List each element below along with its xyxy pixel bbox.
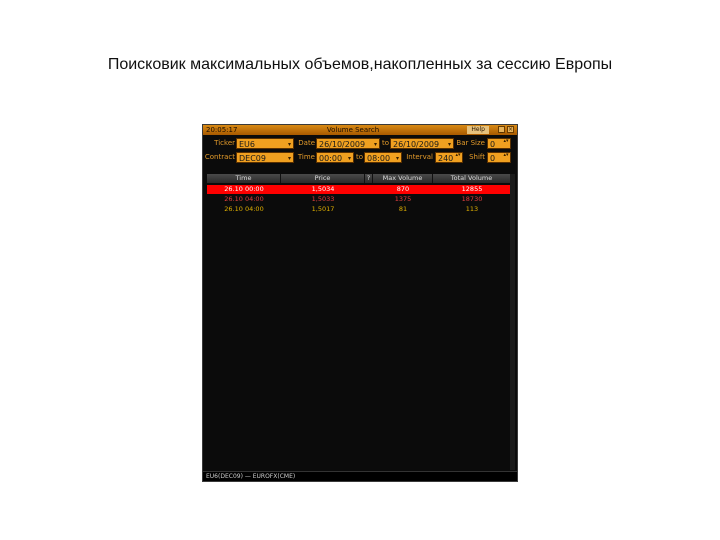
- column-header-max-volume[interactable]: Max Volume: [373, 174, 433, 183]
- cell-time: 26.10 04:00: [224, 195, 264, 203]
- time-from-value: 00:00: [319, 154, 343, 163]
- title-bar[interactable]: 20:05:17 Volume Search Help _ ×: [203, 125, 517, 135]
- column-header-price[interactable]: Price: [281, 174, 365, 183]
- column-header-total-volume[interactable]: Total Volume: [433, 174, 511, 183]
- to-label: to: [381, 139, 389, 147]
- date-label: Date: [298, 139, 315, 147]
- table-row[interactable]: 26.10 00:00 1,5034 870 12855: [207, 185, 515, 194]
- time-to-dropdown[interactable]: 08:00 ▾: [364, 152, 402, 163]
- cell-total-volume: 113: [465, 205, 479, 213]
- cell-max-volume: 870: [396, 185, 410, 193]
- date-to-value: 26/10/2009: [393, 140, 440, 149]
- ticker-dropdown[interactable]: EU6 ▾: [236, 138, 294, 149]
- bar-size-stepper[interactable]: 0 ▴▾: [487, 138, 511, 149]
- status-bar: EU6(DEC09) — EUROFX(CME): [203, 471, 517, 481]
- cell-time: 26.10 00:00: [224, 185, 264, 193]
- chevron-down-icon: ▾: [347, 155, 351, 162]
- cell-total-volume: 12855: [461, 185, 483, 193]
- contract-dropdown[interactable]: DEC09 ▾: [236, 152, 294, 163]
- ticker-label: Ticker: [214, 139, 235, 147]
- cell-price: 1,5034: [311, 185, 335, 193]
- chevron-down-icon: ▾: [287, 155, 291, 162]
- column-header-time[interactable]: Time: [207, 174, 281, 183]
- cell-price: 1,5033: [311, 195, 335, 203]
- cell-max-volume: 81: [398, 205, 408, 213]
- interval-stepper[interactable]: 240 ▴▾: [435, 152, 463, 163]
- cell-total-volume: 18730: [461, 195, 483, 203]
- ticker-value: EU6: [239, 140, 255, 149]
- controls-row-2: Contract DEC09 ▾ Time 00:00 ▾ to 08:00 ▾…: [203, 151, 517, 164]
- table-header: Time Price ? Max Volume Total Volume: [207, 174, 515, 183]
- controls-row-1: Ticker EU6 ▾ Date 26/10/2009 ▾ to 26/10/…: [203, 137, 517, 150]
- time-to-value: 08:00: [367, 154, 391, 163]
- help-button[interactable]: Help: [467, 126, 489, 134]
- window-title: Volume Search: [326, 126, 380, 134]
- vertical-scrollbar[interactable]: [510, 174, 515, 470]
- interval-value: 240: [438, 154, 454, 163]
- chevron-down-icon: ▾: [447, 141, 451, 148]
- time-from-dropdown[interactable]: 00:00 ▾: [316, 152, 354, 163]
- shift-value: 0: [490, 154, 496, 163]
- close-icon[interactable]: ×: [507, 126, 514, 133]
- chevron-down-icon: ▾: [373, 141, 377, 148]
- cell-time: 26.10 04:00: [224, 205, 264, 213]
- to-label: to: [355, 153, 363, 161]
- stepper-icon[interactable]: ▴▾: [503, 139, 509, 144]
- contract-label: Contract: [204, 153, 235, 161]
- cell-max-volume: 1375: [394, 195, 412, 203]
- volume-search-window: 20:05:17 Volume Search Help _ × Ticker E…: [202, 124, 518, 482]
- bar-size-label: Bar Size: [456, 139, 485, 147]
- shift-label: Shift: [469, 153, 485, 161]
- stepper-icon[interactable]: ▴▾: [455, 153, 461, 158]
- cell-price: 1,5017: [311, 205, 335, 213]
- bar-size-value: 0: [490, 140, 496, 149]
- contract-value: DEC09: [239, 154, 266, 163]
- date-from-value: 26/10/2009: [319, 140, 366, 149]
- stepper-icon[interactable]: ▴▾: [503, 153, 509, 158]
- table-row[interactable]: 26.10 04:00 1,5017 81 113: [207, 205, 515, 214]
- date-to-dropdown[interactable]: 26/10/2009 ▾: [390, 138, 454, 149]
- shift-stepper[interactable]: 0 ▴▾: [487, 152, 511, 163]
- date-from-dropdown[interactable]: 26/10/2009 ▾: [316, 138, 380, 149]
- column-header-flag[interactable]: ?: [365, 174, 373, 183]
- chevron-down-icon: ▾: [287, 141, 291, 148]
- interval-label: Interval: [406, 153, 433, 161]
- minimize-icon[interactable]: _: [498, 126, 505, 133]
- time-label: Time: [297, 153, 315, 161]
- table-row[interactable]: 26.10 04:00 1,5033 1375 18730: [207, 195, 515, 204]
- chevron-down-icon: ▾: [395, 155, 399, 162]
- slide-title: Поисковик максимальных объемов,накопленн…: [107, 56, 613, 73]
